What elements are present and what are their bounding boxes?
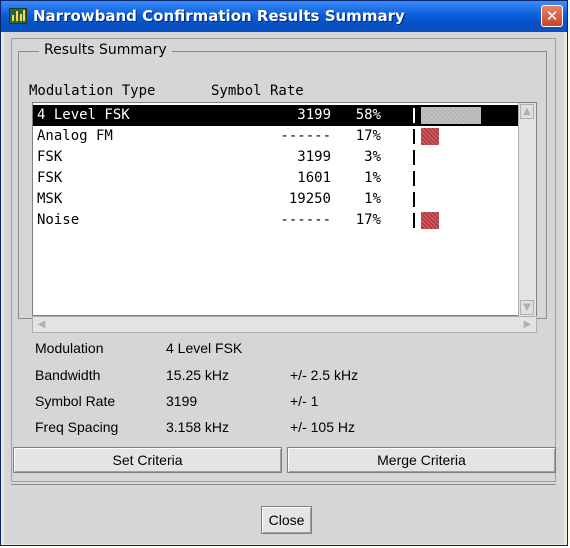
scroll-down-icon[interactable]: ▼	[520, 300, 534, 315]
symbol-rate-cell: 3199	[297, 107, 331, 123]
modulation-type-cell: MSK	[37, 191, 63, 207]
percent-cell: 1%	[364, 170, 381, 186]
set-criteria-button[interactable]: Set Criteria	[13, 447, 282, 473]
window-title: Narrowband Confirmation Results Summary	[33, 7, 405, 25]
column-header-symbol-rate: Symbol Rate	[211, 83, 304, 99]
detail-label: Modulation	[35, 340, 104, 356]
percent-cell: 58%	[355, 107, 381, 123]
modulation-type-cell: 4 Level FSK	[37, 107, 130, 123]
close-button[interactable]: Close	[261, 506, 312, 534]
detail-value: 3.158 kHz	[166, 419, 230, 435]
list-item[interactable]: Analog FM ------ 17%	[33, 126, 521, 147]
detail-tolerance: +/- 105 Hz	[290, 419, 355, 435]
list-item[interactable]: FSK 1601 1%	[33, 168, 521, 189]
bar-baseline	[413, 171, 415, 186]
percent-cell: 17%	[355, 128, 381, 144]
horizontal-scrollbar[interactable]: ◀ ▶	[32, 316, 537, 333]
detail-value: 15.25 kHz	[166, 367, 230, 383]
percent-cell: 1%	[364, 191, 381, 207]
detail-label: Freq Spacing	[35, 419, 119, 435]
list-item[interactable]: Noise ------ 17%	[33, 210, 521, 231]
app-icon	[9, 8, 27, 24]
detail-tolerance: +/- 2.5 kHz	[290, 367, 359, 383]
detail-value: 4 Level FSK	[166, 340, 243, 356]
symbol-rate-cell: 1601	[297, 170, 331, 186]
bar-baseline	[413, 192, 415, 207]
percent-cell: 17%	[355, 212, 381, 228]
modulation-type-cell: FSK	[37, 149, 63, 165]
scroll-right-icon[interactable]: ▶	[520, 318, 535, 331]
bar-baseline	[413, 108, 415, 123]
percent-bar	[421, 107, 481, 124]
bar-baseline	[413, 213, 415, 228]
list-item[interactable]: FSK 3199 3%	[33, 147, 521, 168]
modulation-type-cell: FSK	[37, 170, 63, 186]
symbol-rate-cell: 3199	[297, 149, 331, 165]
symbol-rate-cell: ------	[280, 128, 331, 144]
divider	[11, 484, 556, 485]
dialog-window: Narrowband Confirmation Results Summary …	[0, 0, 568, 546]
detail-label: Bandwidth	[35, 367, 101, 383]
detail-label: Symbol Rate	[35, 393, 116, 409]
results-panel: Results Summary Modulation Type Symbol R…	[11, 38, 556, 482]
percent-cell: 3%	[364, 149, 381, 165]
detail-value: 3199	[166, 393, 198, 409]
scroll-up-icon[interactable]: ▲	[520, 104, 534, 119]
vertical-scrollbar[interactable]: ▲ ▼	[518, 103, 536, 316]
list-item[interactable]: 4 Level FSK 3199 58%	[33, 105, 521, 126]
detail-tolerance: +/- 1	[290, 393, 319, 409]
symbol-rate-cell: ------	[280, 212, 331, 228]
scroll-left-icon[interactable]: ◀	[34, 318, 49, 331]
list-item[interactable]: MSK 19250 1%	[33, 189, 521, 210]
bar-baseline	[413, 150, 415, 165]
results-list[interactable]: 4 Level FSK 3199 58% Analog FM ------ 17% FSK 3…	[32, 102, 537, 316]
bar-baseline	[413, 129, 415, 144]
symbol-rate-cell: 19250	[288, 191, 331, 207]
column-header-modulation-type: Modulation Type	[29, 83, 156, 99]
merge-criteria-button[interactable]: Merge Criteria	[287, 447, 556, 473]
group-label: Results Summary	[39, 42, 172, 58]
title-bar[interactable]: Narrowband Confirmation Results Summary …	[1, 1, 567, 32]
dialog-body: Results Summary Modulation Type Symbol R…	[4, 32, 564, 544]
percent-bar	[421, 212, 439, 229]
modulation-type-cell: Noise	[37, 212, 80, 228]
modulation-type-cell: Analog FM	[37, 128, 113, 144]
percent-bar	[421, 128, 439, 145]
window-close-icon[interactable]: ✕	[541, 5, 563, 27]
